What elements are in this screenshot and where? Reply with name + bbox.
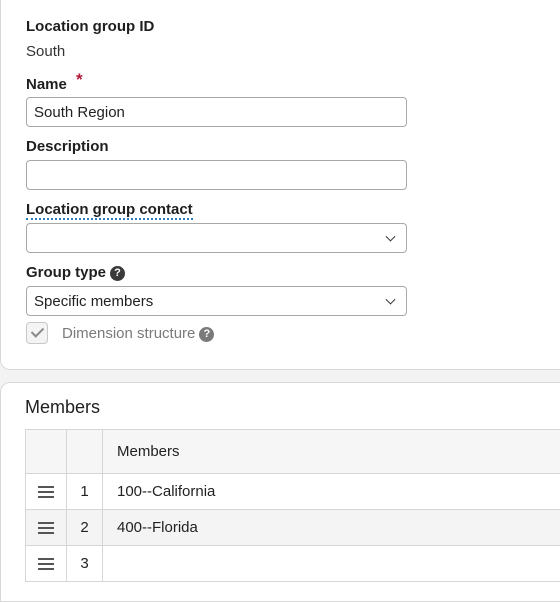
group-type-select[interactable]: Specific members [26,286,407,316]
location-group-contact-select[interactable] [26,223,407,253]
chevron-down-icon [386,232,396,242]
description-input[interactable] [26,160,407,190]
row-number-column-header [67,430,103,474]
table-row: 3 [26,546,560,582]
description-label: Description [26,138,109,155]
row-number: 1 [67,474,103,510]
table-header-row: Members [26,430,560,474]
required-asterisk: * [76,70,83,90]
row-number: 3 [67,546,103,582]
dimension-structure-checkbox[interactable] [26,322,48,344]
members-table: Members 1 100--California 2 400--Florida… [25,429,560,582]
table-row: 2 400--Florida [26,510,560,546]
members-column-header[interactable]: Members [103,430,560,474]
member-cell[interactable] [103,546,560,582]
question-circle-icon[interactable]: ? [110,266,125,281]
member-cell[interactable]: 400--Florida [103,510,560,546]
group-type-label: Group type? [26,264,125,281]
name-input[interactable]: South Region [26,97,407,127]
drag-handle-cell[interactable] [26,510,67,546]
checkmark-icon [31,324,44,337]
name-input-value: South Region [34,104,125,121]
location-group-form: Location group ID South Name * South Reg… [0,0,560,370]
location-group-contact-label: Location group contact [26,201,193,218]
location-group-id-label: Location group ID [26,18,154,35]
group-type-label-text: Group type [26,264,106,281]
group-type-value: Specific members [34,293,153,310]
drag-handle-icon[interactable] [38,558,54,570]
drag-column-header [26,430,67,474]
question-circle-icon[interactable]: ? [199,327,214,342]
location-group-id-value: South [26,43,65,60]
members-section-title: Members [25,397,100,418]
table-row: 1 100--California [26,474,560,510]
row-number: 2 [67,510,103,546]
drag-handle-cell[interactable] [26,474,67,510]
chevron-down-icon [386,295,396,305]
dimension-structure-label: Dimension structure? [62,325,214,342]
drag-handle-icon[interactable] [38,486,54,498]
dimension-structure-label-text: Dimension structure [62,325,195,342]
name-label: Name * [26,76,67,93]
drag-handle-cell[interactable] [26,546,67,582]
location-group-contact-label-text: Location group contact [26,201,193,220]
name-label-text: Name [26,76,67,93]
drag-handle-icon[interactable] [38,522,54,534]
member-cell[interactable]: 100--California [103,474,560,510]
